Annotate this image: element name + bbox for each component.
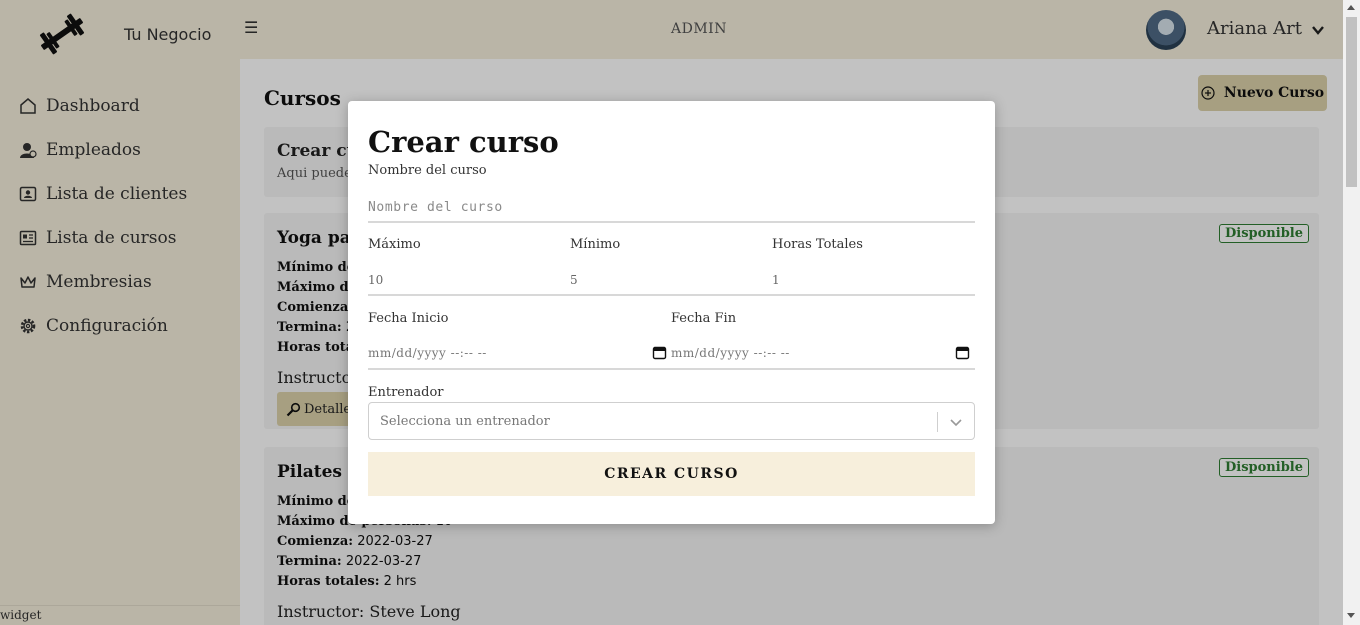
max-label: Máximo [368,237,421,252]
modal-title: Crear curso [368,125,559,159]
hours-label: Horas Totales [772,237,863,252]
create-course-button[interactable]: CREAR CURSO [368,452,975,496]
calendar-icon[interactable] [955,345,970,360]
min-label: Mínimo [570,237,621,252]
trainer-select-placeholder: Selecciona un entrenador [380,414,550,429]
chevron-down-icon[interactable] [949,415,963,429]
trainer-select[interactable]: Selecciona un entrenador [368,402,975,440]
course-name-input[interactable] [368,193,975,223]
course-name-label: Nombre del curso [368,163,487,178]
page-scrollbar[interactable] [1343,0,1360,625]
min-input[interactable]: 5 [570,273,578,287]
scroll-down-icon[interactable] [1347,613,1355,618]
end-date-label: Fecha Fin [671,311,737,326]
create-course-modal: Crear curso Nombre del curso Máximo Míni… [348,101,995,524]
start-date-input[interactable]: mm/dd/yyyy --:-- -- [368,346,487,360]
start-date-label: Fecha Inicio [368,311,449,326]
end-date-input[interactable]: mm/dd/yyyy --:-- -- [671,346,790,360]
scroll-up-icon[interactable] [1347,5,1355,10]
trainer-label: Entrenador [368,385,444,400]
select-separator [937,412,938,432]
scrollbar-thumb[interactable] [1346,17,1357,187]
calendar-icon[interactable] [652,345,667,360]
dates-underline [368,368,975,370]
hours-input[interactable]: 1 [772,273,780,287]
max-input[interactable]: 10 [368,273,383,287]
numbers-underline [368,294,975,296]
